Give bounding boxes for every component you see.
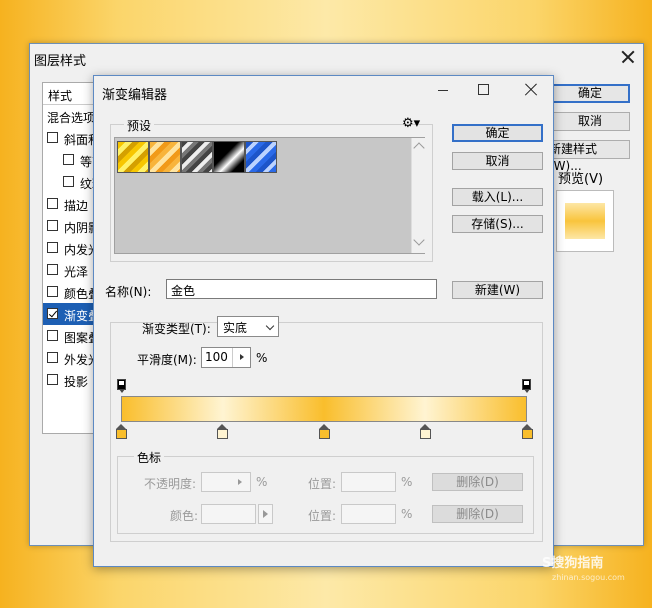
stops-group-label: 色标 — [134, 449, 165, 466]
color-location-unit: % — [401, 507, 413, 521]
style-checkbox[interactable] — [47, 198, 58, 209]
style-list-item-label: 光泽 — [64, 265, 89, 279]
preset-swatch-4[interactable] — [213, 141, 245, 173]
name-label: 名称(N): — [105, 285, 152, 299]
color-location-input[interactable] — [341, 504, 396, 524]
color-stop-swatch — [420, 429, 431, 439]
opacity-stop-right[interactable] — [522, 379, 531, 393]
style-checkbox[interactable] — [47, 264, 58, 275]
preview-checkbox-label[interactable]: 预览(V) — [558, 168, 603, 187]
color-stop[interactable] — [420, 424, 431, 440]
opacity-label: 不透明度: — [144, 477, 197, 491]
opacity-arrow-icon — [238, 479, 242, 485]
style-checkbox[interactable] — [47, 220, 58, 231]
color-stop-swatch — [521, 429, 533, 439]
preset-swatch-3[interactable] — [181, 141, 213, 173]
chevron-down-icon — [265, 321, 275, 331]
presets-scrollbar[interactable] — [411, 138, 425, 253]
layer-style-close-icon[interactable] — [619, 48, 637, 66]
style-checkbox[interactable] — [47, 352, 58, 363]
layer-style-cancel-button[interactable]: 取消 — [550, 112, 630, 131]
opacity-location-unit: % — [401, 475, 413, 489]
style-checkbox[interactable] — [63, 154, 74, 165]
new-style-button[interactable]: 新建样式(W)... — [546, 140, 630, 173]
preset-swatch-1[interactable] — [117, 141, 149, 173]
style-list-item-label: 描边 — [64, 199, 89, 213]
gradient-editor-dialog: 渐变编辑器 预设 ⚙▾ 确定 取消 载入(L)... 存储(S)... 名称(N… — [93, 75, 554, 567]
style-preview-swatch — [565, 203, 605, 239]
color-swatch-input[interactable] — [201, 504, 256, 524]
opacity-unit: % — [256, 475, 268, 489]
color-stop-swatch — [217, 429, 228, 439]
opacity-stop-left[interactable] — [117, 379, 126, 393]
color-arrow-button[interactable] — [258, 504, 273, 524]
scroll-down-icon[interactable] — [413, 234, 425, 246]
smoothness-arrow-icon[interactable] — [232, 348, 250, 367]
style-list-item-label: 投影 — [64, 375, 89, 389]
name-input[interactable]: 金色 — [166, 279, 437, 299]
opacity-input[interactable] — [201, 472, 251, 492]
style-checkbox[interactable] — [47, 242, 58, 253]
smoothness-label: 平滑度(M): — [137, 353, 197, 367]
color-stop-swatch — [115, 429, 127, 439]
gradient-type-value: 实底 — [223, 321, 248, 335]
minimize-icon[interactable] — [436, 82, 450, 96]
style-list-item-label: 混合选项 — [47, 111, 96, 125]
gradient-preview-bar[interactable] — [121, 396, 527, 422]
preset-swatch-5[interactable] — [245, 141, 277, 173]
scroll-up-icon[interactable] — [413, 142, 425, 154]
sogou-logo: S搜狗指南 — [542, 556, 604, 571]
style-checkbox[interactable] — [47, 374, 58, 385]
color-stop-swatch — [318, 429, 330, 439]
gradient-editor-title: 渐变编辑器 — [102, 88, 168, 103]
maximize-icon[interactable] — [478, 84, 489, 95]
gradient-type-select[interactable]: 实底 — [217, 316, 279, 337]
save-button[interactable]: 存储(S)... — [452, 215, 543, 233]
color-arrow-icon — [263, 510, 268, 518]
style-checkbox[interactable] — [63, 176, 74, 187]
color-stop[interactable] — [521, 424, 533, 440]
presets-swatch-area — [114, 137, 425, 254]
style-checkbox[interactable] — [47, 308, 58, 319]
layer-style-title: 图层样式 — [34, 54, 87, 69]
color-stop[interactable] — [217, 424, 228, 440]
ok-button[interactable]: 确定 — [452, 124, 543, 142]
close-icon[interactable] — [523, 82, 539, 98]
color-stop[interactable] — [318, 424, 330, 440]
opacity-location-label: 位置: — [308, 477, 337, 491]
gradient-type-label: 渐变类型(T): — [142, 322, 211, 336]
layer-style-ok-button[interactable]: 确定 — [550, 84, 630, 103]
opacity-location-input[interactable] — [341, 472, 396, 492]
style-preview — [556, 190, 614, 252]
delete-opacity-stop-button[interactable]: 删除(D) — [432, 473, 523, 491]
smoothness-unit: % — [256, 351, 268, 365]
gear-icon[interactable]: ⚙▾ — [402, 116, 420, 131]
color-stop[interactable] — [115, 424, 127, 440]
load-button[interactable]: 载入(L)... — [452, 188, 543, 206]
color-label: 颜色: — [170, 509, 199, 523]
preset-swatch-2[interactable] — [149, 141, 181, 173]
watermark-url: zhinan.sogou.com — [552, 573, 625, 582]
style-checkbox[interactable] — [47, 132, 58, 143]
delete-color-stop-button[interactable]: 删除(D) — [432, 505, 523, 523]
style-checkbox[interactable] — [47, 330, 58, 341]
presets-label: 预设 — [124, 117, 155, 134]
color-location-label: 位置: — [308, 509, 337, 523]
new-gradient-button[interactable]: 新建(W) — [452, 281, 543, 299]
cancel-button[interactable]: 取消 — [452, 152, 543, 170]
style-checkbox[interactable] — [47, 286, 58, 297]
